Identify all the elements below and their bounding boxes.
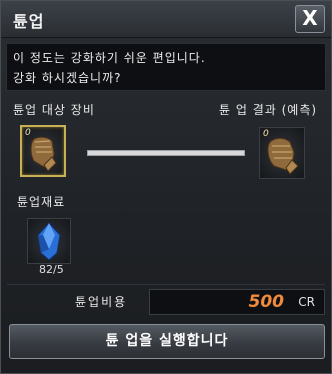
tuneup-window: 튠업 X 이 정도는 강화하기 쉬운 편입니다. 강화 하시겠습니까? 튠업 대…: [0, 0, 332, 374]
divider: [7, 284, 325, 285]
message-line-2: 강화 하시겠습니까?: [13, 71, 122, 85]
result-equipment-slot[interactable]: 0: [259, 127, 305, 179]
window-title: 튠업: [13, 12, 45, 31]
tuneup-progress-bar: [87, 150, 245, 156]
message-box: 이 정도는 강화하기 쉬운 편입니다. 강화 하시겠습니까?: [6, 43, 326, 91]
target-equipment-label: 튠업 대상 장비: [13, 103, 95, 117]
close-button[interactable]: X: [295, 5, 325, 33]
result-preview-label: 튠 업 결과 (예측): [219, 103, 318, 117]
cost-label: 튠업비용: [75, 295, 128, 309]
target-equipment-slot[interactable]: 0: [20, 125, 66, 177]
cost-value: 500: [248, 292, 285, 312]
material-count: 82/5: [39, 263, 64, 276]
progress-fill: [88, 151, 244, 155]
blue-crystal-icon: [37, 222, 61, 261]
target-level: 0: [25, 128, 31, 138]
title-bar: 튠업 X: [1, 1, 331, 38]
cost-box: 500 CR: [149, 289, 325, 315]
materials-label: 튠업재료: [17, 195, 66, 209]
material-slot[interactable]: [27, 218, 71, 264]
execute-tuneup-button[interactable]: 튠 업을 실행합니다: [9, 324, 325, 359]
result-level: 0: [263, 129, 269, 139]
cost-unit: CR: [298, 295, 315, 309]
message-line-1: 이 정도는 강화하기 쉬운 편입니다.: [13, 51, 206, 65]
